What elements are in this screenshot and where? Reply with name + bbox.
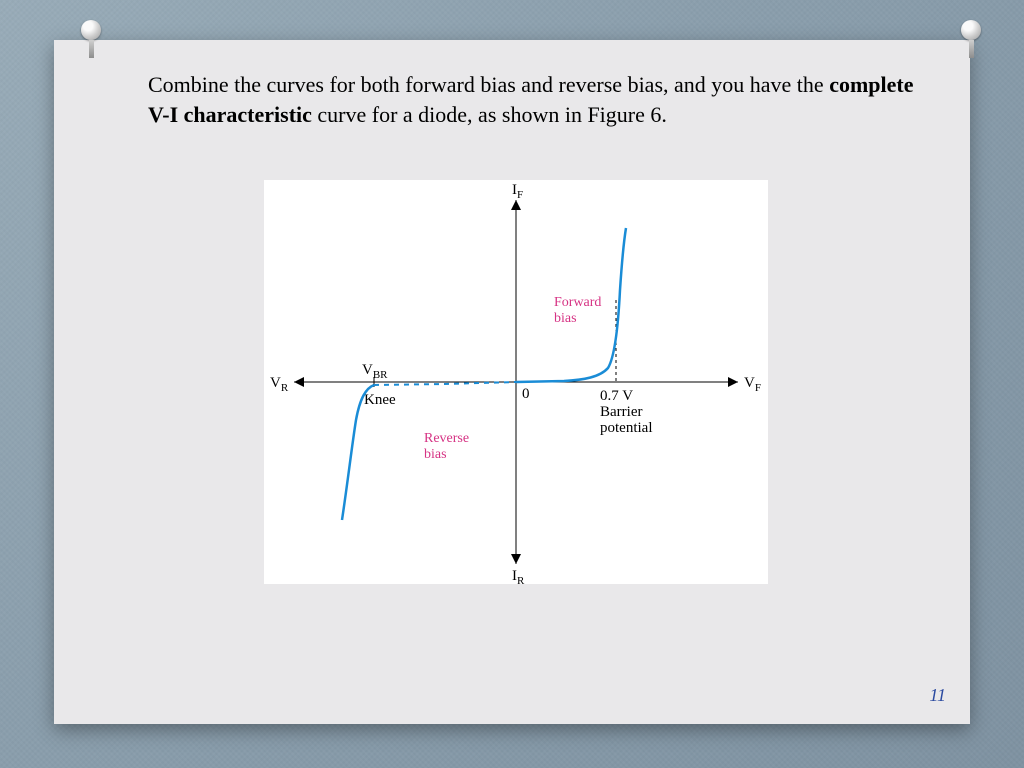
slide-number: 11 bbox=[929, 685, 946, 706]
diode-vi-figure: IF IR VF VR 0 VBR Knee 0.7 V Barrier pot… bbox=[264, 180, 768, 584]
label-forward-bias: bias bbox=[554, 311, 577, 326]
svg-text:IR: IR bbox=[512, 568, 525, 584]
label-reverse-bias: bias bbox=[424, 447, 447, 462]
label-origin: 0 bbox=[522, 386, 530, 402]
pushpin-icon bbox=[958, 20, 984, 60]
slide-background: Combine the curves for both forward bias… bbox=[0, 0, 1024, 768]
label-vr: V bbox=[270, 375, 281, 391]
label-vr-sub: R bbox=[281, 382, 289, 394]
label-potential: potential bbox=[600, 420, 653, 436]
paragraph: Combine the curves for both forward bias… bbox=[148, 70, 938, 129]
pushpin-icon bbox=[78, 20, 104, 60]
text-lead: Combine the curves for both forward bias… bbox=[148, 72, 829, 97]
svg-text:VR: VR bbox=[270, 375, 289, 394]
svg-text:VBR: VBR bbox=[362, 362, 388, 381]
label-forward: Forward bbox=[554, 295, 601, 310]
diode-vi-svg: IF IR VF VR 0 VBR Knee 0.7 V Barrier pot… bbox=[264, 180, 768, 584]
label-vf-sub: F bbox=[755, 382, 761, 394]
label-knee: Knee bbox=[364, 392, 396, 408]
slide-card: Combine the curves for both forward bias… bbox=[54, 40, 970, 724]
svg-text:VF: VF bbox=[744, 375, 761, 394]
label-vf: V bbox=[744, 375, 755, 391]
text-tail: curve for a diode, as shown in Figure 6. bbox=[312, 102, 667, 127]
label-vbr: V bbox=[362, 362, 373, 378]
label-reverse: Reverse bbox=[424, 431, 469, 446]
label-barrier: Barrier bbox=[600, 404, 642, 420]
svg-text:IF: IF bbox=[512, 182, 523, 201]
label-07v: 0.7 V bbox=[600, 388, 633, 404]
label-if-sub: F bbox=[517, 189, 523, 201]
label-ir-sub: R bbox=[517, 575, 525, 584]
label-vbr-sub: BR bbox=[373, 369, 388, 381]
